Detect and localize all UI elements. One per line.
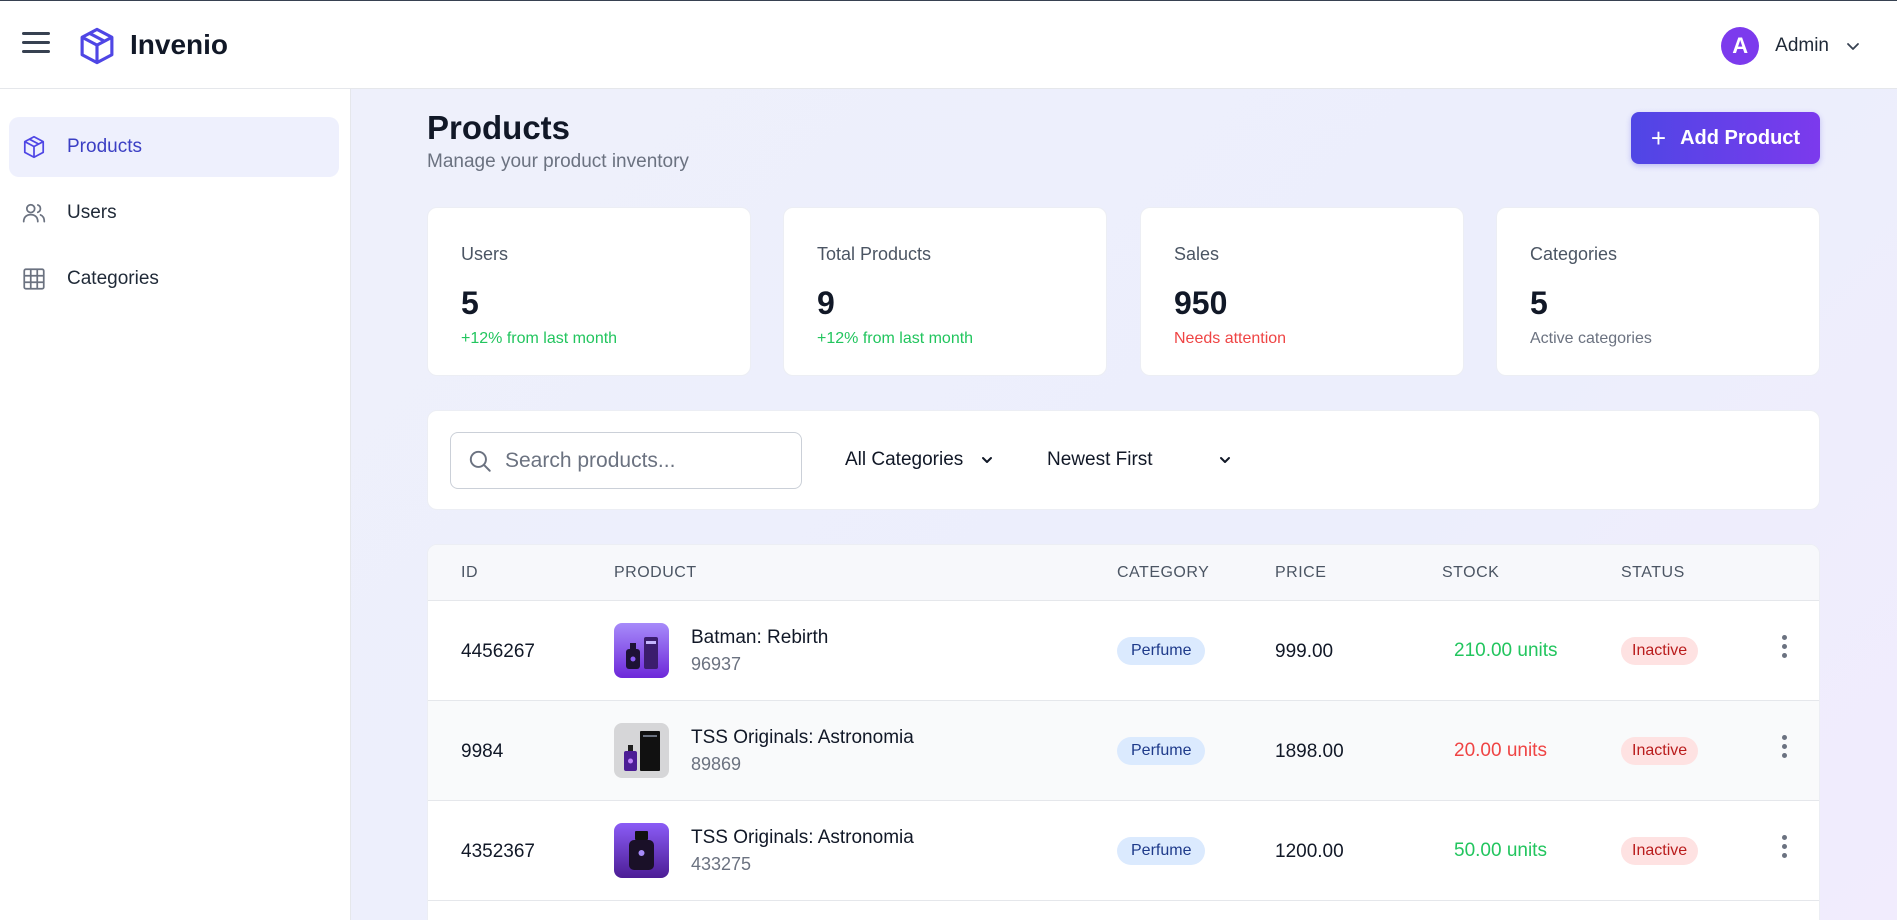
top-bar: Invenio A Admin — [0, 0, 1897, 89]
user-name: Admin — [1775, 35, 1829, 56]
status-badge: Inactive — [1621, 837, 1699, 865]
stat-card-categories: Categories 5 Active categories — [1496, 207, 1820, 376]
column-header-category[interactable]: CATEGORY — [1117, 564, 1209, 582]
product-stock: 210.00 units — [1454, 640, 1558, 661]
category-badge: Perfume — [1117, 737, 1206, 765]
avatar: A — [1721, 27, 1760, 65]
brand-name: Invenio — [130, 29, 229, 60]
search-box[interactable] — [450, 432, 802, 489]
category-select-value: All Categories — [845, 449, 964, 470]
stat-label: Sales — [1174, 244, 1220, 264]
category-select[interactable]: All Categories — [845, 445, 995, 475]
product-price: 1898.00 — [1275, 741, 1344, 762]
table-row[interactable]: 9984 TSS Originals: Astronomia 89869 Per… — [428, 701, 1819, 801]
stat-note: +12% from last month — [817, 330, 974, 347]
more-options-icon[interactable] — [1780, 735, 1788, 759]
product-price: 1200.00 — [1275, 841, 1344, 862]
category-badge: Perfume — [1117, 637, 1206, 665]
hamburger-menu-icon[interactable] — [22, 32, 50, 56]
product-thumbnail — [614, 623, 669, 678]
cube-icon — [23, 135, 45, 159]
sidebar-item-label: Users — [67, 202, 117, 223]
sidebar-item-categories[interactable]: Categories — [9, 249, 339, 309]
users-icon — [22, 203, 46, 223]
product-name: TSS Originals: Astronomia — [691, 727, 914, 748]
stat-note: Needs attention — [1174, 330, 1287, 347]
product-price: 999.00 — [1275, 641, 1334, 662]
search-icon — [469, 450, 491, 472]
add-product-button[interactable]: + Add Product — [1631, 112, 1820, 164]
status-badge: Inactive — [1621, 637, 1699, 665]
product-name: Batman: Rebirth — [691, 627, 829, 648]
main-content: Products Manage your product inventory +… — [351, 89, 1897, 920]
stat-card-users: Users 5 +12% from last month — [427, 207, 751, 376]
product-name: TSS Originals: Astronomia — [691, 827, 914, 848]
chevron-down-icon — [1847, 43, 1859, 50]
column-header-stock[interactable]: STOCK — [1442, 564, 1499, 582]
filter-bar: All Categories Newest First — [427, 410, 1820, 510]
product-id: 9984 — [461, 741, 504, 762]
cube-logo-icon — [80, 27, 114, 65]
stat-note: +12% from last month — [461, 330, 618, 347]
table-row[interactable]: 4352367 TSS Originals: Astronomia 433275… — [428, 801, 1819, 901]
product-stock: 50.00 units — [1454, 840, 1547, 861]
sidebar-item-products[interactable]: Products — [9, 117, 339, 177]
column-header-price[interactable]: PRICE — [1275, 564, 1326, 582]
stat-value: 5 — [461, 285, 479, 321]
sidebar-item-label: Products — [67, 136, 142, 157]
grid-icon — [23, 268, 45, 290]
stat-value: 5 — [1530, 285, 1548, 321]
status-badge: Inactive — [1621, 737, 1699, 765]
product-stock: 20.00 units — [1454, 740, 1547, 761]
product-thumbnail — [614, 723, 669, 778]
table-header: ID PRODUCT CATEGORY PRICE STOCK STATUS — [428, 545, 1819, 601]
product-sku: 433275 — [691, 854, 752, 874]
sort-select-value: Newest First — [1047, 449, 1153, 470]
stat-label: Users — [461, 244, 509, 264]
chevron-down-icon — [982, 457, 993, 463]
product-sku: 96937 — [691, 654, 742, 674]
page-subtitle: Manage your product inventory — [427, 151, 689, 172]
more-options-icon[interactable] — [1780, 635, 1788, 659]
search-input[interactable] — [505, 448, 785, 473]
table-row[interactable]: 4456267 Batman: Rebirth 96937 Perfume 99… — [428, 601, 1819, 701]
sidebar: Products Users Categories — [0, 89, 351, 920]
chevron-down-icon — [1219, 457, 1230, 463]
column-header-status[interactable]: STATUS — [1621, 564, 1685, 582]
page-title: Products — [427, 109, 571, 146]
stat-card-total-products: Total Products 9 +12% from last month — [783, 207, 1107, 376]
user-menu[interactable]: A Admin — [1721, 25, 1861, 67]
product-sku: 89869 — [691, 754, 742, 774]
stat-card-sales: Sales 950 Needs attention — [1140, 207, 1464, 376]
column-header-id[interactable]: ID — [461, 564, 478, 582]
sort-select[interactable]: Newest First — [1047, 445, 1233, 475]
product-thumbnail — [614, 823, 669, 878]
category-badge: Perfume — [1117, 837, 1206, 865]
stat-value: 9 — [817, 285, 835, 321]
sidebar-item-users[interactable]: Users — [9, 183, 339, 243]
sidebar-item-label: Categories — [67, 268, 159, 289]
column-header-product[interactable]: PRODUCT — [614, 564, 697, 582]
stat-note: Active categories — [1530, 330, 1652, 347]
product-id: 4352367 — [461, 841, 535, 862]
add-product-label: Add Product — [1680, 126, 1801, 149]
stat-label: Categories — [1530, 244, 1618, 264]
plus-icon: + — [1650, 123, 1667, 153]
stat-value: 950 — [1174, 285, 1228, 321]
more-options-icon[interactable] — [1780, 835, 1788, 859]
stat-label: Total Products — [817, 244, 932, 264]
products-table: ID PRODUCT CATEGORY PRICE STOCK STATUS 4… — [427, 544, 1820, 920]
product-id: 4456267 — [461, 641, 535, 662]
